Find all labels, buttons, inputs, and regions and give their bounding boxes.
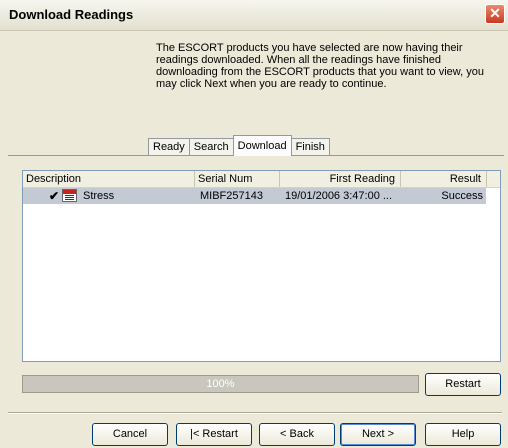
back-button[interactable]: < Back [259,423,335,446]
window-title: Download Readings [9,7,134,22]
help-button[interactable]: Help [425,423,501,446]
title-bar: Download Readings ✕ [0,0,508,31]
download-progress-bar: 100% [22,375,419,393]
tab-search[interactable]: Search [188,138,234,156]
progress-label: 100% [206,378,235,390]
column-result[interactable]: Result [401,171,487,187]
close-button[interactable]: ✕ [485,4,505,24]
tab-download[interactable]: Download [232,135,292,156]
restart-from-start-button[interactable]: |< Restart [176,423,252,446]
list-header: Description Serial Num First Reading Res… [23,171,500,188]
checkmark-icon: ✔ [49,189,60,203]
column-description[interactable]: Description [23,171,195,187]
cancel-button[interactable]: Cancel [92,423,168,446]
tab-ready[interactable]: Ready [148,138,190,156]
separator [8,412,502,414]
list-item[interactable]: ✔ Stress MIBF257143 19/01/2006 3:47:00 .… [23,188,486,204]
readings-list[interactable]: Description Serial Num First Reading Res… [22,170,501,362]
next-button[interactable]: Next > [340,423,416,446]
calendar-document-icon [62,189,77,202]
row-description: Stress [83,190,115,202]
row-serial-num: MIBF257143 [200,190,263,202]
column-first-reading[interactable]: First Reading [280,171,401,187]
tab-finish[interactable]: Finish [290,138,330,156]
row-first-reading: 19/01/2006 3:47:00 ... [285,190,393,202]
column-serial-num[interactable]: Serial Num [195,171,280,187]
description-cell: ✔ Stress [23,188,195,204]
wizard-tabs: Ready Search Download Finish [148,135,330,156]
instructions-text: The ESCORT products you have selected ar… [156,42,484,90]
row-result: Success [441,190,483,202]
restart-button[interactable]: Restart [425,373,501,396]
